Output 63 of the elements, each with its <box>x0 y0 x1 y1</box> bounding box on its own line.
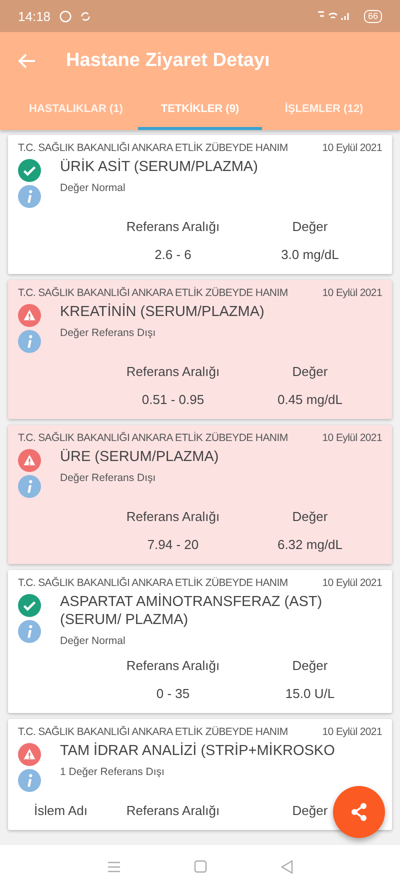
column-header: Değer <box>292 219 328 234</box>
table-cell: 0.51 - 0.95 <box>142 392 204 407</box>
column-header: Değer <box>292 364 328 379</box>
back-icon[interactable] <box>281 860 294 874</box>
test-card[interactable]: T.C. SAĞLIK BAKANLIĞI ANKARA ETLİK ZÜBEYDE HANIM 10 Eylül 2021 ASPARTAT AMİNOTRANSFERAZ (AST) (SERUM/ PLAZMA) Değer Normal Referans Aralığı Değer 0 - 35 15.0 U/L <box>8 570 392 713</box>
hospital-name: T.C. SAĞLIK BAKANLIĞI ANKARA ETLİK ZÜBEYDE HANIM <box>18 577 288 589</box>
test-title: TAM İDRAR ANALİZİ (STRİP+MİKROSKO <box>60 742 336 760</box>
warning-icon <box>18 743 41 766</box>
column-header: Referans Aralığı <box>126 658 220 673</box>
check-icon <box>18 159 41 182</box>
home-icon[interactable] <box>194 860 208 873</box>
hospital-name: T.C. SAĞLIK BAKANLIĞI ANKARA ETLİK ZÜBEYDE HANIM <box>18 287 288 299</box>
back-arrow-icon[interactable] <box>18 53 36 69</box>
menu-icon[interactable] <box>106 860 121 872</box>
test-date: 10 Eylül 2021 <box>322 142 382 154</box>
check-icon <box>18 594 41 617</box>
info-icon[interactable] <box>18 185 41 208</box>
sync-icon <box>80 10 91 22</box>
column-header: Referans Aralığı <box>126 364 220 379</box>
warning-icon <box>18 449 41 472</box>
info-icon[interactable] <box>18 769 41 792</box>
result-status: 1 Değer Referans Dışı <box>60 766 166 778</box>
share-icon <box>349 802 369 822</box>
column-header: Değer <box>292 658 328 673</box>
column-header: Değer <box>292 803 328 818</box>
test-card[interactable]: T.C. SAĞLIK BAKANLIĞI ANKARA ETLİK ZÜBEYDE HANIM 10 Eylül 2021 KREATİNİN (SERUM/PLAZMA) Değer Referans Dışı Referans Aralığı Değer 0.51 - 0.95 0.45 mg/dL <box>8 280 392 419</box>
test-card[interactable]: T.C. SAĞLIK BAKANLIĞI ANKARA ETLİK ZÜBEYDE HANIM 10 Eylül 2021 TAM İDRAR ANALİZİ (STRİP+MİKROSKO 1 Değer Referans Dışı İslem Adı Referans Aralığı Değer <box>8 719 392 830</box>
column-header: Referans Aralığı <box>126 509 220 524</box>
info-icon[interactable] <box>18 620 41 643</box>
battery-icon: 66 <box>364 10 382 22</box>
test-title: ÜRİK ASİT (SERUM/PLAZMA) <box>60 158 259 176</box>
hospital-name: T.C. SAĞLIK BAKANLIĞI ANKARA ETLİK ZÜBEYDE HANIM <box>18 432 288 444</box>
test-date: 10 Eylül 2021 <box>322 432 382 444</box>
column-header: Referans Aralığı <box>126 219 220 234</box>
result-status: Değer Normal <box>60 182 126 194</box>
table-cell: 15.0 U/L <box>285 686 335 701</box>
result-status: Değer Referans Dışı <box>60 327 157 339</box>
test-date: 10 Eylül 2021 <box>322 726 382 738</box>
hospital-name: T.C. SAĞLIK BAKANLIĞI ANKARA ETLİK ZÜBEYDE HANIM <box>18 142 288 154</box>
test-date: 10 Eylül 2021 <box>322 287 382 299</box>
result-status: Değer Referans Dışı <box>60 472 157 484</box>
info-icon[interactable] <box>18 475 41 498</box>
table-cell: 6.32 mg/dL <box>277 537 343 552</box>
column-header: Değer <box>292 509 328 524</box>
table-cell: 3.0 mg/dL <box>281 247 339 262</box>
warning-icon <box>18 304 41 327</box>
test-title: ÜRE (SERUM/PLAZMA) <box>60 448 220 466</box>
column-header: İslem Adı <box>33 803 88 818</box>
table-cell: 0 - 35 <box>156 686 190 701</box>
result-status: Değer Normal <box>60 635 126 647</box>
test-card[interactable]: T.C. SAĞLIK BAKANLIĞI ANKARA ETLİK ZÜBEYDE HANIM 10 Eylül 2021 ÜRE (SERUM/PLAZMA) Değer Referans Dışı Referans Aralığı Değer 7.94 - 20 6.32 mg/dL <box>8 425 392 564</box>
table-cell: 0.45 mg/dL <box>277 392 343 407</box>
table-cell: 7.94 - 20 <box>147 537 199 552</box>
column-header: Referans Aralığı <box>126 803 220 818</box>
info-icon[interactable] <box>18 330 41 353</box>
test-card[interactable]: T.C. SAĞLIK BAKANLIĞI ANKARA ETLİK ZÜBEYDE HANIM 10 Eylül 2021 ÜRİK ASİT (SERUM/PLAZMA) Değer Normal Referans Aralığı Değer 2.6 - 6 3.0 mg/dL <box>8 135 392 274</box>
page-title: Hastane Ziyaret Detayı <box>66 50 270 72</box>
test-title: KREATİNİN (SERUM/PLAZMA) <box>60 303 266 321</box>
test-title: ASPARTAT AMİNOTRANSFERAZ (AST) (SERUM/ PLAZMA) <box>60 593 324 629</box>
status-time: 14:18 <box>18 8 51 24</box>
table-cell: 2.6 - 6 <box>154 247 192 262</box>
test-date: 10 Eylül 2021 <box>322 577 382 589</box>
hospital-name: T.C. SAĞLIK BAKANLIĞI ANKARA ETLİK ZÜBEYDE HANIM <box>18 726 288 738</box>
